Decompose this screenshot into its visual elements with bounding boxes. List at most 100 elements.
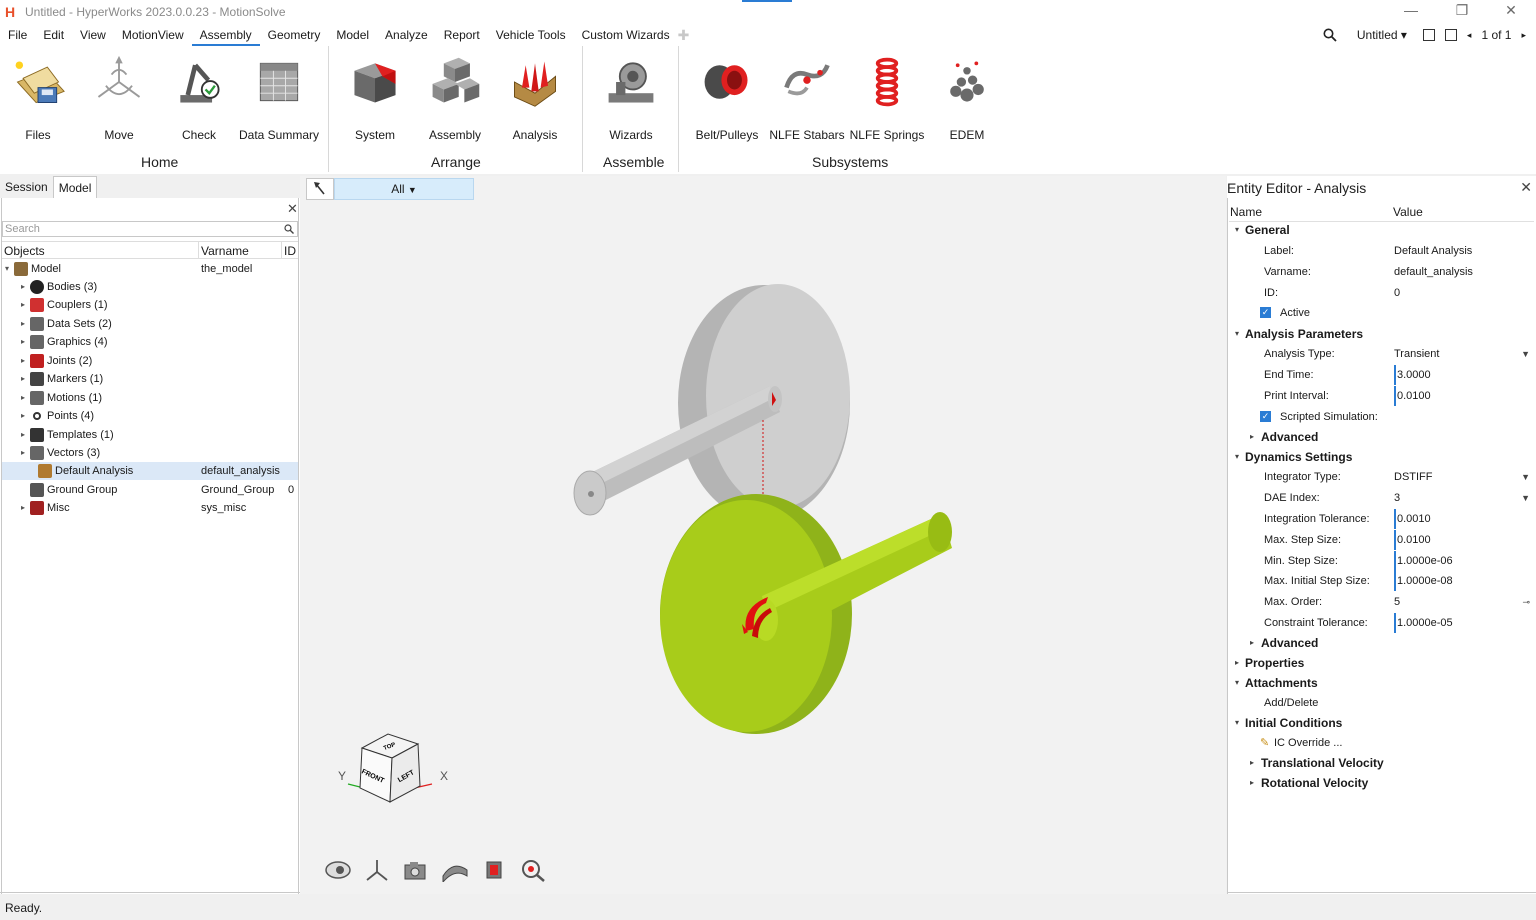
editor-field-label[interactable]: Rotational Velocity [1261,773,1368,793]
expand-arrow-icon[interactable]: ▸ [18,499,28,517]
editor-field-value[interactable]: 1.0000e-06 [1394,551,1453,571]
menu-analyze[interactable]: Analyze [377,24,436,46]
assembly-tool[interactable]: Assembly [415,50,495,142]
analysis-tool[interactable]: Analysis [495,50,575,142]
session-name-dropdown[interactable]: Untitled ▾ [1357,28,1407,42]
prev-page-button[interactable]: ◂ [1467,30,1472,41]
tab-session[interactable]: Session [0,176,53,198]
close-window-button[interactable]: ✕ [1496,2,1526,19]
zoom-fit-icon[interactable] [519,858,547,882]
collapse-arrow-icon[interactable]: ▾ [1235,220,1239,240]
editor-field-label[interactable]: Properties [1245,653,1304,673]
section-cut-icon[interactable] [441,858,469,882]
editor-field-value[interactable]: 3.0000 [1394,365,1431,385]
editor-field-value[interactable]: Transient [1394,344,1439,364]
chevron-down-icon[interactable]: ▼ [1521,488,1530,508]
checkbox-checked[interactable]: ✓ [1260,307,1271,318]
search-icon[interactable] [1323,28,1337,42]
editor-field-label[interactable]: Translational Velocity [1261,753,1384,773]
tree-row[interactable]: ▸ Motions (1) [2,389,298,407]
editor-field-value[interactable]: 0.0100 [1394,530,1431,550]
tree-row[interactable]: ▸ Couplers (1) [2,296,298,314]
editor-field-label[interactable]: IC Override ... [1274,733,1342,753]
tree-row[interactable]: ▸ Joints (2) [2,352,298,370]
column-varname[interactable]: Varname [199,242,282,258]
tree-row[interactable]: ▸ Vectors (3) [2,444,298,462]
chevron-down-icon[interactable]: ▼ [1521,467,1530,487]
expand-arrow-icon[interactable]: ▸ [18,278,28,296]
explode-view-icon[interactable] [480,858,508,882]
page-add-icon[interactable] [1444,29,1457,41]
camera-icon[interactable] [402,858,430,882]
tree-row[interactable]: ▸ Data Sets (2) [2,315,298,333]
collapse-arrow-icon[interactable]: ▾ [1235,324,1239,344]
system-tool[interactable]: System [335,50,415,142]
editor-field-label[interactable]: Advanced [1261,427,1318,447]
checkbox-checked[interactable]: ✓ [1260,411,1271,422]
tree-row[interactable]: ▾ Model the_model [2,260,298,278]
expand-arrow-icon[interactable]: ▸ [18,389,28,407]
editor-field-value[interactable]: 3 [1394,488,1400,508]
menu-view[interactable]: View [72,24,114,46]
expand-arrow-icon[interactable]: ▸ [18,315,28,333]
editor-field-value[interactable]: 0.0100 [1394,386,1431,406]
column-objects[interactable]: Objects [2,242,199,258]
menu-report[interactable]: Report [436,24,488,46]
tree-row[interactable]: ▸ Points (4) [2,407,298,425]
files-tool[interactable]: Files [0,50,78,142]
minimize-button[interactable]: — [1396,2,1426,18]
view-eye-icon[interactable] [324,858,352,882]
tree-row[interactable]: ▸ Graphics (4) [2,333,298,351]
expand-arrow-icon[interactable]: ▸ [18,407,28,425]
nlfe-stabars-tool[interactable]: NLFE Stabars [767,50,847,142]
editor-field-label[interactable]: General [1245,220,1290,240]
collapse-arrow-icon[interactable]: ▾ [1235,713,1239,733]
expand-arrow-icon[interactable]: ▸ [18,352,28,370]
close-icon[interactable]: ✕ [1520,179,1532,196]
column-id[interactable]: ID [282,242,298,258]
editor-field-label[interactable]: Dynamics Settings [1245,447,1352,467]
editor-field-value[interactable]: DSTIFF [1394,467,1433,487]
editor-field-label[interactable]: Add/Delete [1264,693,1318,713]
editor-field-label[interactable]: Initial Conditions [1245,713,1342,733]
tree-row[interactable]: Ground Group Ground_Group 0 [2,481,298,499]
add-ribbon-icon[interactable]: ✚ [678,27,690,44]
menu-custom-wizards[interactable]: Custom Wizards [574,24,678,46]
browser-search-input[interactable]: Search [2,221,298,237]
axis-triad-icon[interactable] [363,858,391,882]
belt-pulleys-tool[interactable]: Belt/Pulleys [687,50,767,142]
graphics-viewport[interactable]: All ▼ TOP FRONT LEFT Y X [300,176,1226,894]
expand-arrow-icon[interactable]: ▸ [18,296,28,314]
tree-row[interactable]: ▸ Templates (1) [2,426,298,444]
next-page-button[interactable]: ▸ [1521,30,1526,41]
restore-button[interactable]: ❐ [1447,2,1477,19]
menu-geometry[interactable]: Geometry [260,24,329,46]
editor-field-value[interactable]: 0.0010 [1394,509,1431,529]
editor-field-label[interactable]: Analysis Parameters [1245,324,1363,344]
check-tool[interactable]: Check [159,50,239,142]
editor-field-value[interactable]: 1.0000e-05 [1394,613,1453,633]
expand-arrow-icon[interactable]: ▸ [1250,633,1254,653]
expand-arrow-icon[interactable]: ▸ [1250,427,1254,447]
tree-row[interactable]: ▸ Misc sys_misc [2,499,298,517]
expand-arrow-icon[interactable]: ▸ [18,333,28,351]
chevron-down-icon[interactable]: ▼ [1521,344,1530,364]
editor-field-label[interactable]: Advanced [1261,633,1318,653]
nlfe-springs-tool[interactable]: NLFE Springs [847,50,927,142]
page-view-icon[interactable] [1422,29,1435,41]
expand-arrow-icon[interactable]: ▸ [1250,753,1254,773]
editor-field-value[interactable]: 5 [1394,592,1400,612]
menu-edit[interactable]: Edit [35,24,72,46]
menu-motionview[interactable]: MotionView [114,24,192,46]
close-browser-icon[interactable]: ✕ [287,201,298,217]
collapse-arrow-icon[interactable]: ▾ [1235,447,1239,467]
expand-arrow-icon[interactable]: ▸ [1250,773,1254,793]
expand-arrow-icon[interactable]: ▸ [1235,653,1239,673]
tab-model[interactable]: Model [52,176,98,198]
editor-field-label[interactable]: Attachments [1245,673,1318,693]
menu-assembly[interactable]: Assembly [191,24,260,46]
tree-row[interactable]: ▸ Bodies (3) [2,278,298,296]
expand-arrow-icon[interactable]: ▸ [18,370,28,388]
expand-arrow-icon[interactable]: ▸ [18,426,28,444]
menu-file[interactable]: File [0,24,35,46]
